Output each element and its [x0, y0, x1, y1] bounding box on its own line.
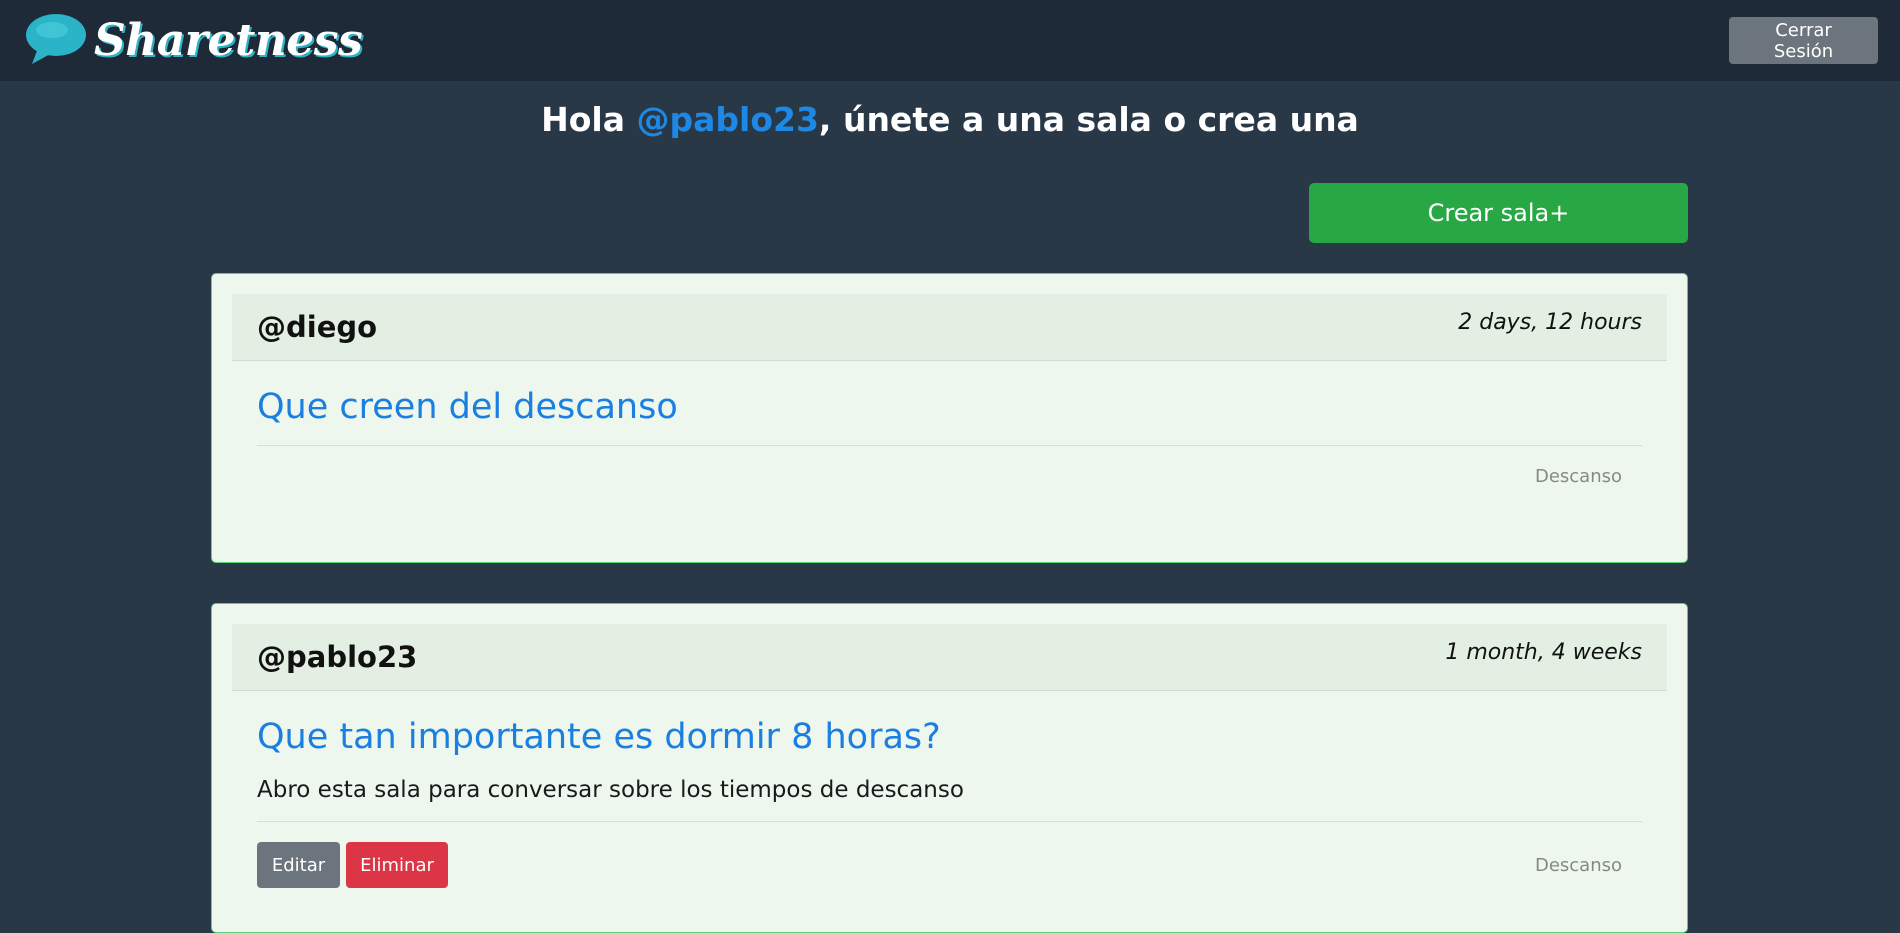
- room-card-footer: Descanso: [257, 446, 1642, 487]
- room-tag: Descanso: [1534, 854, 1622, 876]
- room-time: 2 days, 12 hours: [1458, 310, 1642, 335]
- room-tag: Descanso: [1534, 466, 1622, 487]
- edit-room-button[interactable]: Editar: [257, 842, 340, 888]
- greeting-heading: Hola @pablo23, únete a una sala o crea u…: [0, 100, 1900, 139]
- create-room-button[interactable]: Crear sala+: [1309, 183, 1688, 243]
- room-title-link[interactable]: Que tan importante es dormir 8 horas?: [257, 717, 941, 757]
- navbar: Sharetness Cerrar Sesión: [0, 0, 1900, 81]
- room-author: @diego: [257, 310, 378, 344]
- room-card: @diego 2 days, 12 hours Que creen del de…: [211, 273, 1688, 563]
- room-card-header: @diego 2 days, 12 hours: [232, 294, 1667, 361]
- delete-room-button[interactable]: Eliminar: [346, 842, 448, 888]
- brand[interactable]: Sharetness: [22, 10, 363, 72]
- brand-name: Sharetness: [94, 15, 363, 66]
- logout-button[interactable]: Cerrar Sesión: [1729, 17, 1878, 64]
- room-card-header: @pablo23 1 month, 4 weeks: [232, 624, 1667, 691]
- greeting-prefix: Hola: [541, 100, 637, 139]
- room-title-link[interactable]: Que creen del descanso: [257, 387, 678, 427]
- room-description: Abro esta sala para conversar sobre los …: [257, 777, 964, 803]
- greeting-suffix: , únete a una sala o crea una: [818, 100, 1359, 139]
- greeting-username: @pablo23: [636, 100, 819, 139]
- room-card-footer: Editar Eliminar Descanso: [257, 822, 1642, 888]
- room-card: @pablo23 1 month, 4 weeks Que tan import…: [211, 603, 1688, 933]
- speech-bubble-icon: [22, 10, 88, 72]
- room-author: @pablo23: [257, 640, 418, 674]
- room-time: 1 month, 4 weeks: [1445, 640, 1642, 665]
- room-card-body: Que tan importante es dormir 8 horas? Ab…: [232, 691, 1667, 888]
- room-card-body: Que creen del descanso Descanso: [232, 361, 1667, 487]
- room-actions: Editar Eliminar: [257, 842, 448, 888]
